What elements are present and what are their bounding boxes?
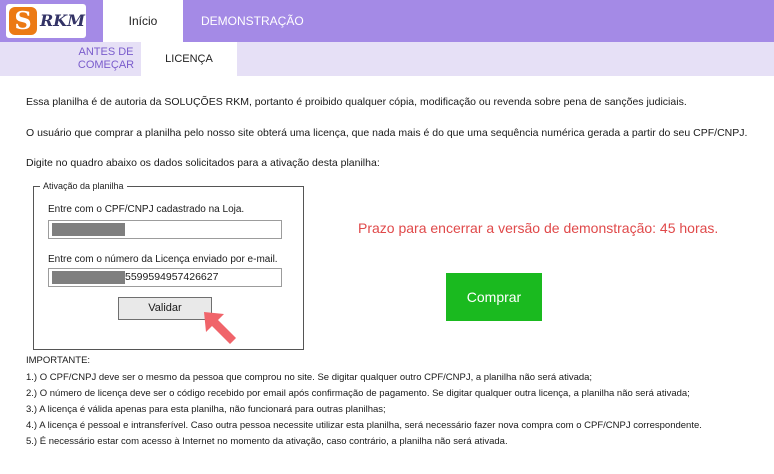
authorship-paragraph: Essa planilha é de autoria da SOLUÇÕES R… <box>26 96 687 108</box>
tab-inicio[interactable]: Início <box>103 0 183 42</box>
logo: S RKM <box>6 4 86 38</box>
redacted-cpf <box>52 223 125 236</box>
logo-icon: S <box>9 7 37 35</box>
logo-text: RKM <box>40 11 85 30</box>
arrow-pointer-icon <box>204 312 236 344</box>
comprar-button[interactable]: Comprar <box>446 273 542 321</box>
license-label: Entre com o número da Licença enviado po… <box>48 254 278 265</box>
license-field[interactable]: 5599594957426627 <box>48 268 282 287</box>
validar-button[interactable]: Validar <box>118 297 212 320</box>
cpf-field[interactable] <box>48 220 282 239</box>
tab-demonstracao[interactable]: DEMONSTRAÇÃO <box>201 0 304 42</box>
important-item-2: 2.) O número de licença deve ser o códig… <box>26 388 690 399</box>
important-item-3: 3.) A licença é válida apenas para esta … <box>26 404 386 415</box>
important-title: IMPORTANTE: <box>26 355 91 366</box>
redacted-license-prefix <box>52 271 125 284</box>
instruction-paragraph: Digite no quadro abaixo os dados solicit… <box>26 157 380 169</box>
license-value: 5599594957426627 <box>125 271 219 283</box>
important-item-1: 1.) O CPF/CNPJ deve ser o mesmo da pesso… <box>26 372 593 383</box>
sub-navigation-bar: ANTES DE COMEÇAR LICENÇA <box>0 42 774 76</box>
cpf-label: Entre com o CPF/CNPJ cadastrado na Loja. <box>48 204 245 215</box>
license-info-paragraph: O usuário que comprar a planilha pelo no… <box>26 127 748 139</box>
subtab-licenca[interactable]: LICENÇA <box>141 42 237 76</box>
important-item-5: 5.) É necessário estar com acesso à Inte… <box>26 436 508 447</box>
top-navigation-bar: S RKM Início DEMONSTRAÇÃO <box>0 0 774 42</box>
important-item-4: 4.) A licença é pessoal e intransferível… <box>26 420 702 431</box>
demo-deadline-text: Prazo para encerrar a versão de demonstr… <box>358 220 719 236</box>
subtab-antes-de-comecar[interactable]: ANTES DE COMEÇAR <box>58 46 154 72</box>
activation-frame-title: Ativação da planilha <box>40 181 127 191</box>
